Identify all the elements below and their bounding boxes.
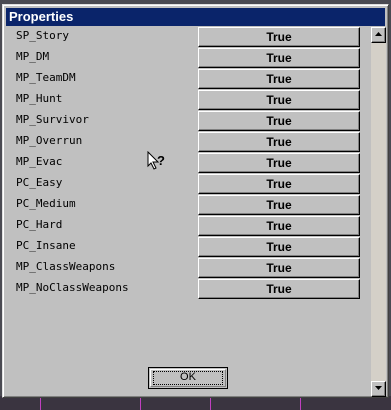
property-row: MP_DM True xyxy=(10,48,369,69)
property-name: MP_ClassWeapons xyxy=(16,260,116,273)
property-value-button[interactable]: True xyxy=(198,90,360,110)
property-value-button[interactable]: True xyxy=(198,258,360,278)
property-value-button[interactable]: True xyxy=(198,279,360,299)
property-name: PC_Medium xyxy=(16,197,76,210)
background-line xyxy=(140,398,141,410)
scroll-down-button[interactable] xyxy=(371,381,386,397)
property-value-button[interactable]: True xyxy=(198,153,360,173)
property-name: PC_Easy xyxy=(16,176,63,189)
property-value-button[interactable]: True xyxy=(198,27,360,47)
property-row: MP_Overrun True xyxy=(10,132,369,153)
property-name: PC_Insane xyxy=(16,239,76,252)
property-row: MP_Survivor True xyxy=(10,111,369,132)
background-line xyxy=(300,398,301,410)
properties-dialog: Properties SP_Story True MP_DM True MP_TeamD… xyxy=(2,4,389,398)
arrow-up-icon xyxy=(375,32,382,36)
property-value-button[interactable]: True xyxy=(198,111,360,131)
arrow-down-icon xyxy=(375,386,382,390)
property-row: MP_ClassWeapons True xyxy=(10,258,369,279)
property-name: MP_Evac xyxy=(16,155,63,168)
property-name: PC_Hard xyxy=(16,218,63,231)
property-row: PC_Easy True xyxy=(10,174,369,195)
dialog-title[interactable]: Properties xyxy=(6,8,385,26)
property-value-button[interactable]: True xyxy=(198,132,360,152)
property-name: MP_TeamDM xyxy=(16,71,76,84)
property-name: MP_NoClassWeapons xyxy=(16,281,129,294)
property-name: MP_Overrun xyxy=(16,134,83,147)
property-value-button[interactable]: True xyxy=(198,195,360,215)
svg-text:?: ? xyxy=(157,153,165,168)
property-name: MP_DM xyxy=(16,50,50,63)
help-cursor-icon: ? xyxy=(147,151,165,170)
property-row: PC_Insane True xyxy=(10,237,369,258)
property-row: MP_Evac True xyxy=(10,153,369,174)
vertical-scrollbar[interactable] xyxy=(371,27,386,397)
property-value-button[interactable]: True xyxy=(198,69,360,89)
property-row: PC_Medium True xyxy=(10,195,369,216)
background-line xyxy=(210,398,211,410)
property-value-button[interactable]: True xyxy=(198,48,360,68)
scroll-up-button[interactable] xyxy=(371,27,386,43)
property-value-button[interactable]: True xyxy=(198,174,360,194)
property-row: PC_Hard True xyxy=(10,216,369,237)
property-name: MP_Survivor xyxy=(16,113,89,126)
property-row: MP_TeamDM True xyxy=(10,69,369,90)
property-value-button[interactable]: True xyxy=(198,216,360,236)
property-name: SP_Story xyxy=(16,29,69,42)
background-editor-strip xyxy=(0,396,391,410)
property-name: MP_Hunt xyxy=(16,92,63,105)
ok-button[interactable]: OK xyxy=(148,367,228,389)
property-list: SP_Story True MP_DM True MP_TeamDM True MP_Hun… xyxy=(10,27,369,300)
property-row: MP_Hunt True xyxy=(10,90,369,111)
property-row: SP_Story True xyxy=(10,27,369,48)
property-row: MP_NoClassWeapons True xyxy=(10,279,369,300)
background-line xyxy=(40,398,41,410)
ok-button-label: OK xyxy=(180,371,196,383)
property-value-button[interactable]: True xyxy=(198,237,360,257)
